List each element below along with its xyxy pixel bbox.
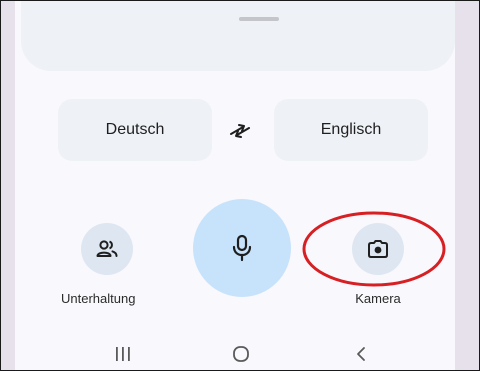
red-annotation-ellipse: [302, 211, 446, 287]
back-button[interactable]: [349, 343, 373, 365]
conversation-label: Unterhaltung: [61, 291, 136, 306]
screenshot-frame: Deutsch Englisch Unterhaltung Kamera: [0, 0, 480, 371]
home-icon: [233, 346, 249, 362]
swap-arrows-icon: [230, 124, 250, 138]
swap-languages-button[interactable]: [223, 115, 257, 145]
home-button[interactable]: [229, 343, 253, 365]
microphone-button[interactable]: [193, 199, 291, 297]
camera-label: Kamera: [355, 291, 401, 306]
back-chevron-icon: [357, 347, 365, 361]
target-language-button[interactable]: Englisch: [274, 99, 428, 161]
conversation-button[interactable]: [81, 223, 133, 275]
source-language-label: Deutsch: [105, 121, 165, 138]
target-language-label: Englisch: [320, 121, 382, 138]
recents-icon: [116, 347, 130, 361]
system-navigation-bar: [1, 335, 479, 370]
recents-button[interactable]: [111, 343, 135, 365]
drag-handle[interactable]: [239, 17, 279, 21]
people-icon: [96, 240, 118, 257]
bottom-sheet-top: [21, 1, 455, 71]
mic-icon: [232, 234, 252, 262]
source-language-button[interactable]: Deutsch: [58, 99, 212, 161]
